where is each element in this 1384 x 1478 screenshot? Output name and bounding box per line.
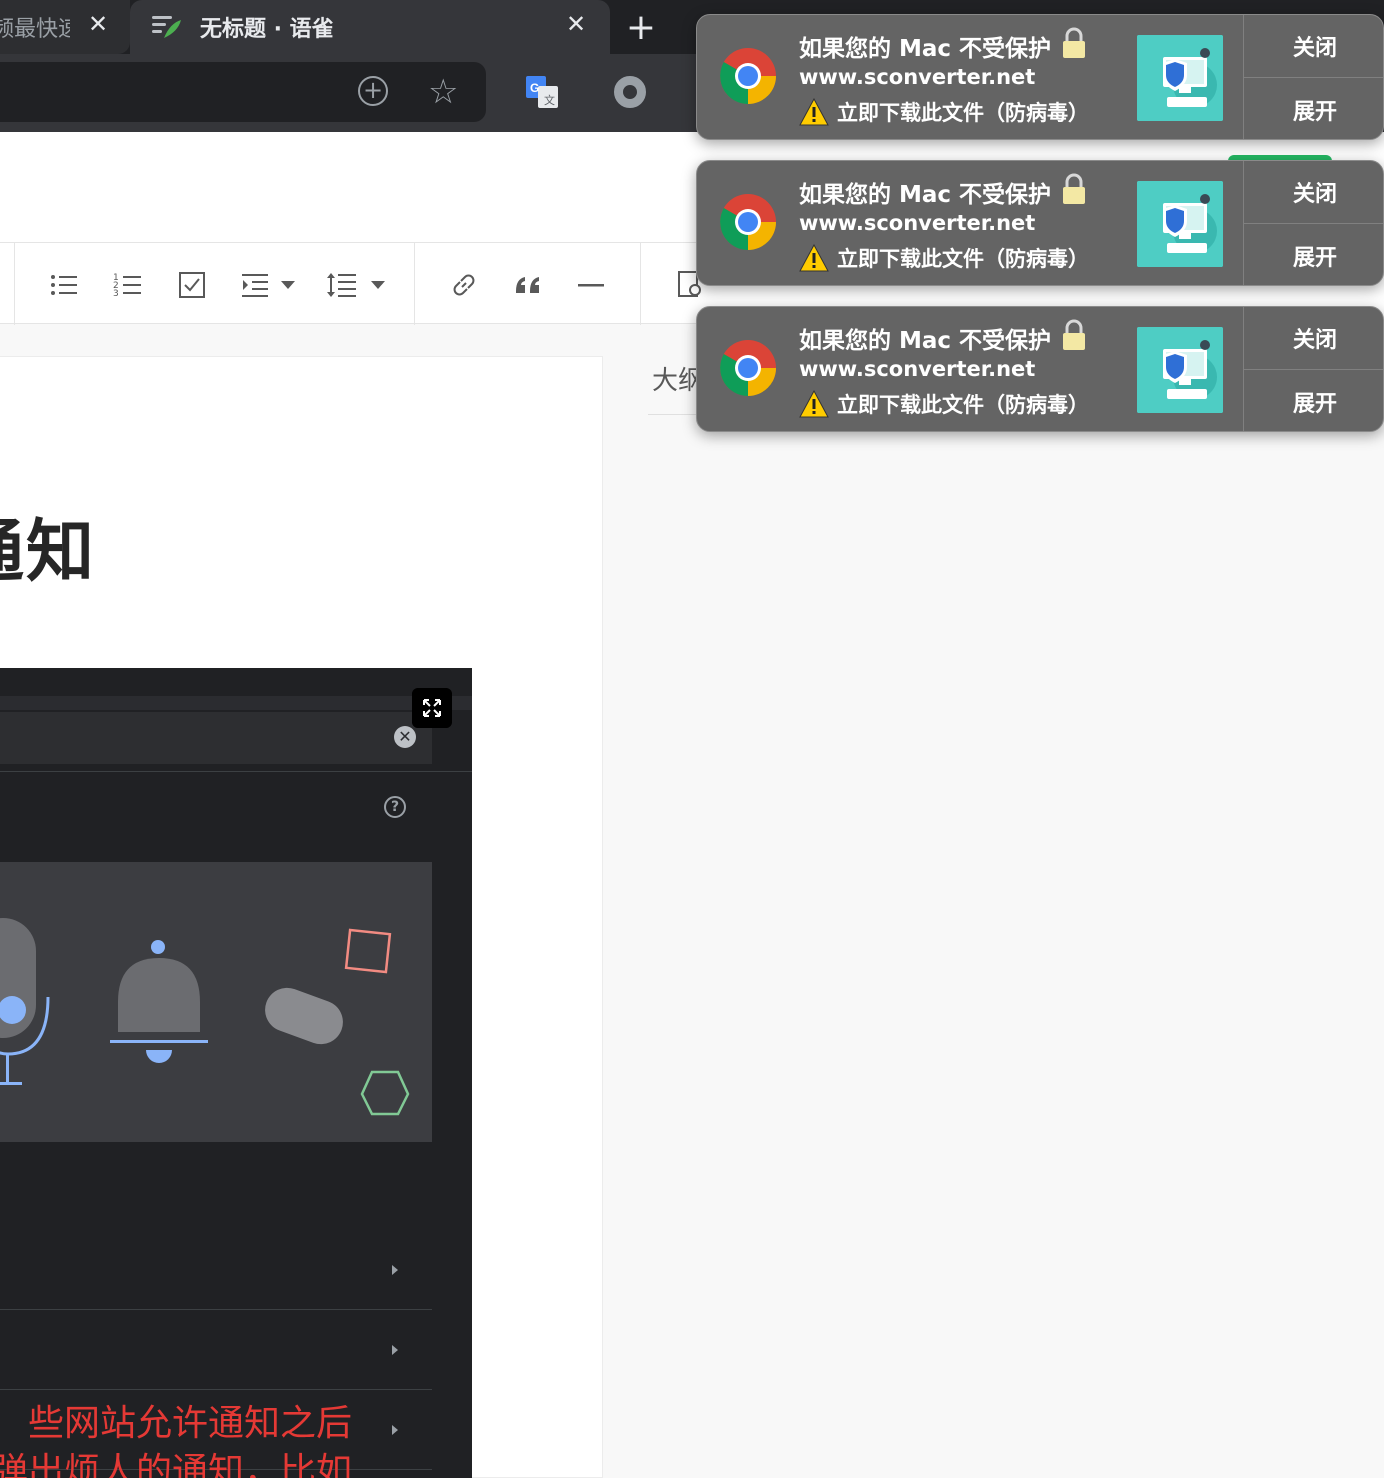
tab-title: 频最快速 xyxy=(0,17,70,42)
warning-icon xyxy=(799,98,829,126)
notification-card[interactable]: 如果您的 Mac 不受保护 www.sconverter.net 立即下载此文件… xyxy=(696,14,1384,140)
line-spacing-dropdown-caret[interactable] xyxy=(371,281,385,289)
svg-text:G: G xyxy=(530,81,539,95)
notification-close-button[interactable]: 关闭 xyxy=(1244,307,1383,370)
notification-expand-button[interactable]: 展开 xyxy=(1244,78,1383,139)
antivirus-thumbnail xyxy=(1137,181,1223,267)
lock-icon xyxy=(1063,173,1085,204)
notification-expand-button[interactable]: 展开 xyxy=(1244,370,1383,431)
notification-illustration xyxy=(0,862,432,1142)
svg-text:文: 文 xyxy=(544,93,555,107)
record-icon[interactable] xyxy=(614,76,646,108)
numbered-list-icon[interactable]: 1 2 3 xyxy=(112,269,144,301)
settings-row xyxy=(0,1230,432,1310)
warning-icon xyxy=(799,244,829,272)
warning-icon xyxy=(799,390,829,418)
clear-icon: ✕ xyxy=(394,726,416,748)
toolbar-separator xyxy=(14,243,15,325)
caption-line: 弹出烦人的通知，比如 xyxy=(0,1451,352,1478)
star-add-icon[interactable]: ☆ xyxy=(428,72,458,112)
chevron-right-icon xyxy=(392,1345,398,1355)
tab-close-icon[interactable]: ✕ xyxy=(566,10,586,38)
notification-actions: 关闭 展开 xyxy=(1243,15,1383,139)
heading-text: 通知 xyxy=(0,513,96,586)
divider-icon[interactable] xyxy=(576,269,608,301)
line-spacing-icon[interactable] xyxy=(326,269,358,301)
quote-icon[interactable] xyxy=(512,269,544,301)
notification-title: 如果您的 Mac 不受保护 xyxy=(799,328,1052,354)
tab-inactive[interactable]: 频最快速 ✕ xyxy=(0,0,130,54)
notification-body-text: 立即下载此文件（防病毒） xyxy=(837,101,1089,125)
notification-body-text: 立即下载此文件（防病毒） xyxy=(837,393,1089,417)
indent-icon[interactable] xyxy=(240,269,272,301)
chrome-icon xyxy=(720,194,776,250)
notification-actions: 关闭 展开 xyxy=(1243,307,1383,431)
address-bar[interactable] xyxy=(0,62,486,122)
notification-expand-button[interactable]: 展开 xyxy=(1244,224,1383,285)
notification-body: 立即下载此文件（防病毒） xyxy=(799,97,1089,127)
notification-title: 如果您的 Mac 不受保护 xyxy=(799,182,1052,208)
settings-row xyxy=(0,1310,432,1390)
chevron-right-icon xyxy=(392,1425,398,1435)
notification-body-text: 立即下载此文件（防病毒） xyxy=(837,247,1089,271)
tab-close-icon[interactable]: ✕ xyxy=(88,10,108,38)
notification-title: 如果您的 Mac 不受保护 xyxy=(799,36,1052,62)
chevron-right-icon xyxy=(392,1265,398,1275)
notification-site: www.sconverter.net xyxy=(799,357,1036,381)
notification-card[interactable]: 如果您的 Mac 不受保护 www.sconverter.net 立即下载此文件… xyxy=(696,160,1384,286)
add-circle-icon[interactable]: + xyxy=(358,76,388,106)
notification-site: www.sconverter.net xyxy=(799,65,1036,89)
link-icon[interactable] xyxy=(448,269,480,301)
notification-actions: 关闭 展开 xyxy=(1243,161,1383,285)
notification-site: www.sconverter.net xyxy=(799,211,1036,235)
antivirus-thumbnail xyxy=(1137,35,1223,121)
outline-label: 大纲 xyxy=(652,366,698,396)
caption-line: 些网站允许通知之后 xyxy=(27,1403,352,1444)
embed-search-bar xyxy=(0,712,432,764)
lock-icon xyxy=(1063,27,1085,58)
help-icon: ? xyxy=(384,796,406,818)
lock-icon xyxy=(1063,319,1085,350)
tab-title: 无标题 · 语雀 xyxy=(200,17,334,42)
notification-close-button[interactable]: 关闭 xyxy=(1244,15,1383,78)
tab-active[interactable]: 无标题 · 语雀 ✕ xyxy=(130,0,610,54)
embed-top-bar xyxy=(0,696,472,710)
svg-text:3: 3 xyxy=(113,289,119,299)
fullscreen-icon[interactable] xyxy=(412,688,452,728)
new-tab-button[interactable]: + xyxy=(612,0,670,54)
document-heading[interactable]: 通知 xyxy=(0,496,120,586)
notification-body: 立即下载此文件（防病毒） xyxy=(799,243,1089,273)
embed-divider xyxy=(0,771,472,772)
bulleted-list-icon[interactable] xyxy=(48,269,80,301)
toolbar-separator xyxy=(640,243,641,325)
notification-close-button[interactable]: 关闭 xyxy=(1244,161,1383,224)
notification-body: 立即下载此文件（防病毒） xyxy=(799,389,1089,419)
embedded-image[interactable]: ✕ ? xyxy=(0,668,472,1478)
embed-scroll-track xyxy=(432,772,472,1478)
task-list-icon[interactable] xyxy=(176,269,208,301)
indent-dropdown-caret[interactable] xyxy=(281,281,295,289)
antivirus-thumbnail xyxy=(1137,327,1223,413)
google-translate-icon[interactable]: G 文 xyxy=(526,76,558,108)
notification-card[interactable]: 如果您的 Mac 不受保护 www.sconverter.net 立即下载此文件… xyxy=(696,306,1384,432)
annotation-caption: 些网站允许通知之后 弹出烦人的通知，比如 xyxy=(0,1390,380,1478)
toolbar-separator xyxy=(414,243,415,325)
chrome-icon xyxy=(720,48,776,104)
yuque-logo-icon xyxy=(152,16,181,38)
chrome-icon xyxy=(720,340,776,396)
